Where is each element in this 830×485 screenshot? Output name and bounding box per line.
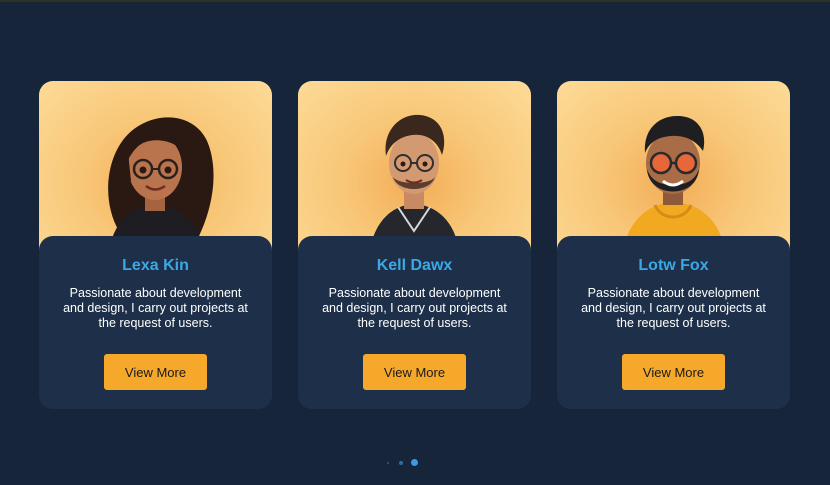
avatar-image bbox=[298, 81, 531, 251]
profile-name: Lexa Kin bbox=[122, 257, 189, 274]
profile-name: Kell Dawx bbox=[376, 257, 453, 274]
pagination bbox=[385, 459, 425, 467]
view-more-button[interactable]: View More bbox=[363, 354, 466, 390]
bearded-avatar-sunglasses-icon bbox=[623, 115, 725, 251]
view-more-button[interactable]: View More bbox=[104, 354, 207, 390]
pagination-dot[interactable] bbox=[387, 462, 389, 464]
card-body: Kell Dawx Passionate about development a… bbox=[298, 236, 531, 409]
pagination-dot-active[interactable] bbox=[411, 459, 418, 466]
profile-name: Lotw Fox bbox=[638, 257, 709, 274]
view-more-button[interactable]: View More bbox=[622, 354, 725, 390]
card-body: Lexa Kin Passionate about development an… bbox=[39, 236, 272, 409]
profile-card: Kell Dawx Passionate about development a… bbox=[298, 81, 531, 409]
pagination-dot[interactable] bbox=[399, 461, 403, 465]
avatar-image bbox=[557, 81, 790, 251]
profile-card: Lotw Fox Passionate about development an… bbox=[557, 81, 790, 409]
card-body: Lotw Fox Passionate about development an… bbox=[557, 236, 790, 409]
profile-card: Lexa Kin Passionate about development an… bbox=[39, 81, 272, 409]
male-avatar-glasses-icon bbox=[370, 114, 459, 251]
top-divider bbox=[0, 0, 830, 2]
avatar-image bbox=[39, 81, 272, 251]
profile-description: Passionate about development and design,… bbox=[63, 286, 248, 330]
profile-description: Passionate about development and design,… bbox=[322, 286, 507, 330]
profile-description: Passionate about development and design,… bbox=[581, 286, 766, 330]
female-avatar-icon bbox=[108, 117, 214, 251]
